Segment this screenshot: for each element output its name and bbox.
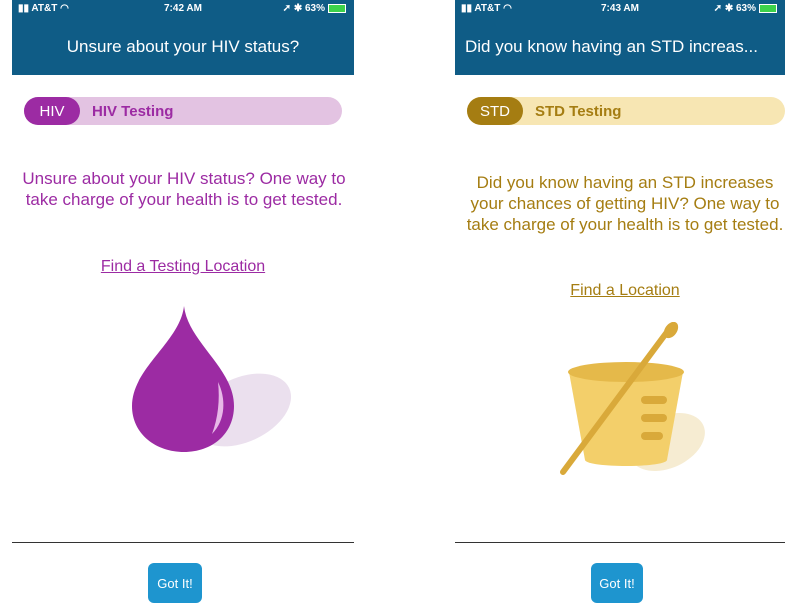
- std-screen: ▮▮ AT&T ◠ 7:43 AM ➚ ✱ 63% Did you know h…: [455, 0, 785, 612]
- hiv-screen: ▮▮ AT&T ◠ 7:42 AM ➚ ✱ 63% Unsure about y…: [12, 0, 354, 612]
- find-location-link[interactable]: Find a Location: [455, 282, 785, 300]
- pill-label: HIV Testing: [92, 103, 174, 120]
- divider: [12, 542, 354, 543]
- page-title: Unsure about your HIV status?: [12, 18, 354, 75]
- blood-drop-icon: [132, 306, 292, 452]
- status-bar: ▮▮ AT&T ◠ 7:43 AM ➚ ✱ 63%: [455, 0, 785, 18]
- hiv-testing-pill[interactable]: HIV HIV Testing: [24, 97, 342, 125]
- info-message: Did you know having an STD increases you…: [466, 173, 784, 234]
- got-it-button[interactable]: Got It!: [591, 563, 643, 603]
- battery-percent: 63%: [735, 3, 756, 14]
- hiv-badge: HIV: [24, 97, 80, 125]
- cup-rim: [568, 362, 684, 382]
- status-right: ➚ ✱ 63%: [283, 3, 346, 14]
- status-right: ➚ ✱ 63%: [714, 3, 777, 14]
- std-testing-pill[interactable]: STD STD Testing: [467, 97, 785, 125]
- info-message: Unsure about your HIV status? One way to…: [22, 169, 346, 209]
- cup-mark: [641, 432, 663, 440]
- battery-percent: 63%: [304, 3, 325, 14]
- page-title: Did you know having an STD increas...: [455, 18, 785, 75]
- got-it-button[interactable]: Got It!: [148, 563, 202, 603]
- status-bar: ▮▮ AT&T ◠ 7:42 AM ➚ ✱ 63%: [12, 0, 354, 18]
- find-testing-location-link[interactable]: Find a Testing Location: [12, 258, 354, 276]
- cup-mark: [641, 396, 667, 404]
- drop-body: [132, 306, 234, 452]
- std-badge: STD: [467, 97, 523, 125]
- divider: [455, 542, 785, 543]
- battery-icon: [328, 3, 346, 13]
- specimen-cup-swab-icon: [560, 322, 705, 475]
- pill-label: STD Testing: [535, 103, 622, 120]
- battery-icon: [759, 3, 777, 13]
- cup-mark: [641, 414, 667, 422]
